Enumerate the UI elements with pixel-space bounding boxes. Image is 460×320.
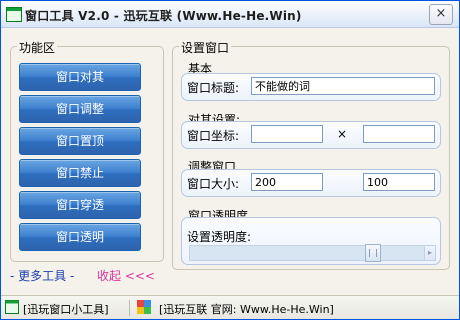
opacity-slider-thumb[interactable] bbox=[365, 244, 381, 262]
collapse-link[interactable]: 收起 <<< bbox=[97, 267, 155, 284]
window-adjust-button[interactable]: 窗口调整 bbox=[19, 95, 141, 123]
window-title-input[interactable] bbox=[251, 77, 435, 95]
size-width-input[interactable] bbox=[251, 173, 323, 191]
window-title: 窗口工具 V2.0 - 迅玩互联 (Www.He-He.Win) bbox=[25, 9, 302, 23]
status-divider bbox=[129, 300, 130, 316]
window-disable-button[interactable]: 窗口禁止 bbox=[19, 159, 141, 187]
main-window: 窗口工具 V2.0 - 迅玩互联 (Www.He-He.Win) × 功能区 窗… bbox=[0, 0, 460, 320]
window-app-icon bbox=[6, 7, 22, 22]
coord-separator: × bbox=[337, 127, 348, 141]
window-topmost-button[interactable]: 窗口置顶 bbox=[19, 127, 141, 155]
status-left-text: [迅玩窗口小工具] bbox=[23, 303, 109, 316]
green-window-icon bbox=[5, 300, 19, 314]
window-size-label: 窗口大小: bbox=[187, 177, 240, 191]
size-height-input[interactable] bbox=[363, 173, 435, 191]
window-title-label: 窗口标题: bbox=[187, 81, 240, 95]
coord-x-input[interactable] bbox=[251, 125, 323, 143]
more-tools-link[interactable]: - 更多工具 - bbox=[10, 267, 74, 284]
coord-y-input[interactable] bbox=[363, 125, 435, 143]
window-coord-label: 窗口坐标: bbox=[187, 129, 240, 143]
function-group-legend: 功能区 bbox=[17, 39, 58, 56]
colorful-squares-icon bbox=[137, 300, 151, 314]
settings-group-legend: 设置窗口 bbox=[179, 39, 232, 56]
slider-right-arrow-icon[interactable]: ▸ bbox=[424, 245, 436, 261]
window-passthrough-button[interactable]: 窗口穿透 bbox=[19, 191, 141, 219]
opacity-label: 设置透明度: bbox=[187, 230, 252, 244]
status-bar: [迅玩窗口小工具] [迅玩互联 官网: Www.He-He.Win] bbox=[1, 295, 459, 319]
window-transparent-button[interactable]: 窗口透明 bbox=[19, 223, 141, 251]
status-right-text: [迅玩互联 官网: Www.He-He.Win] bbox=[159, 303, 334, 316]
opacity-slider-track[interactable] bbox=[189, 245, 425, 261]
close-button[interactable]: × bbox=[429, 4, 453, 25]
close-icon: × bbox=[435, 6, 447, 21]
title-bar: 窗口工具 V2.0 - 迅玩互联 (Www.He-He.Win) × bbox=[1, 1, 459, 28]
window-align-button[interactable]: 窗口对其 bbox=[19, 63, 141, 91]
